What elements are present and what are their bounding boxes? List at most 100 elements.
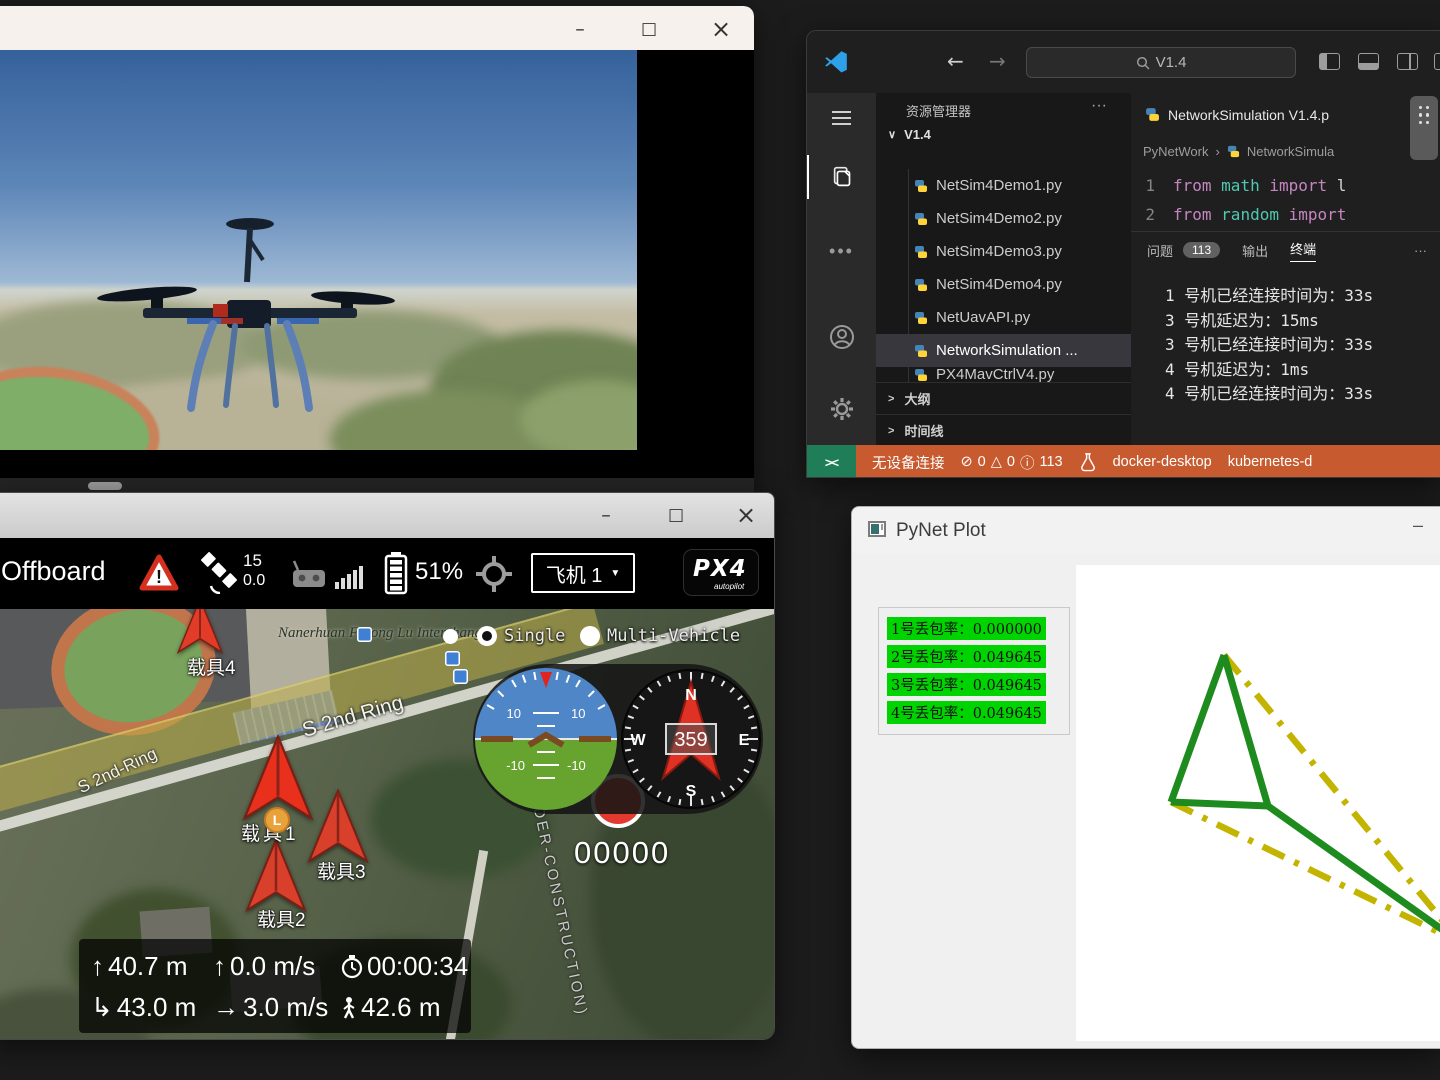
file-netsim4demo3[interactable]: NetSim4Demo3.py (876, 235, 1131, 268)
toggle-secondary-sidebar-icon[interactable] (1397, 53, 1418, 70)
bus-stop-icon (357, 627, 372, 642)
rc-remote-icon[interactable] (289, 558, 329, 590)
network-topology-plot[interactable] (1076, 565, 1440, 1041)
breadcrumb[interactable]: PyNetWork › NetworkSimula (1131, 136, 1334, 166)
toggle-panel-icon[interactable] (1358, 53, 1379, 70)
tab-output[interactable]: 输出 (1242, 241, 1268, 260)
attitude-indicator[interactable]: 10 10 -10 -10 (473, 666, 619, 812)
file-netuavapi[interactable]: NetUavAPI.py (876, 301, 1131, 334)
gps-satellite-icon[interactable] (199, 552, 239, 594)
account-icon[interactable] (807, 315, 876, 359)
status-no-device[interactable]: 无设备连接 (872, 452, 945, 473)
tab-problems[interactable]: 问题 (1147, 241, 1173, 260)
chevron-down-icon: ▼ (610, 567, 621, 579)
file-netsim4demo4[interactable]: NetSim4Demo4.py (876, 268, 1131, 301)
radio-multi-label[interactable]: Multi-Vehicle (607, 626, 740, 646)
chevron-right-icon: > (888, 392, 895, 405)
minimize-icon[interactable]: – (583, 500, 629, 530)
sim-scrollbar[interactable] (0, 478, 754, 493)
problems-count-badge: 113 (1183, 242, 1221, 258)
chevron-down-icon: ∨ (888, 128, 897, 141)
tab-terminal[interactable]: 终端 (1290, 239, 1317, 262)
command-search-box[interactable]: V1.4 (1026, 47, 1296, 78)
minimize-icon[interactable]: – (1404, 515, 1432, 541)
compass[interactable]: N E S W 359 (620, 668, 762, 810)
sim-scrollbar-thumb[interactable] (88, 482, 122, 490)
battery-icon[interactable] (383, 551, 409, 595)
gps-lock-crosshair-icon[interactable] (475, 555, 513, 593)
search-icon (1136, 56, 1150, 70)
code-editor[interactable]: 1 from math import l 2 from random impor… (1131, 171, 1440, 231)
chevron-right-icon: > (888, 424, 895, 437)
error-icon: ⊘ (960, 454, 973, 470)
toggle-sidebar-icon[interactable] (1319, 53, 1340, 70)
pynet-title: PyNet Plot (896, 520, 986, 541)
file-netsim4demo1[interactable]: NetSim4Demo1.py (876, 177, 1131, 202)
activity-bar: ••• (807, 93, 876, 445)
pynet-titlebar[interactable]: PyNet Plot – (852, 507, 1440, 553)
info-icon: ⓘ (1019, 455, 1035, 472)
menu-icon[interactable] (807, 96, 876, 140)
terminal-line: 1 号机已经连接时间为：33s (1165, 286, 1374, 305)
panel-more-icon[interactable]: ··· (1414, 243, 1427, 258)
telemetry-box: ↑ 40.7 m ↑ 0.0 m/s 00:00:34 ↳ 43.0 m → 3.0 m… (79, 939, 471, 1033)
gps-count: 15 (243, 551, 262, 570)
status-docker[interactable]: docker-desktop (1113, 454, 1212, 470)
tree-root-v14[interactable]: ∨ V1.4 (876, 119, 1131, 149)
svg-text:-10: -10 (506, 758, 525, 773)
heading-value: 359 (674, 729, 707, 751)
sim-3d-viewport[interactable]: Upgrade for commercial use. Data attribu… (0, 50, 637, 450)
minimize-icon[interactable]: – (557, 14, 603, 44)
settings-gear-icon[interactable] (807, 387, 876, 431)
terminal-output[interactable]: 1 号机已经连接时间为：33s 3 号机延迟为：15ms 3 号机已经连接时间为… (1131, 284, 1440, 407)
flight-mode-label[interactable]: Offboard (1, 556, 106, 587)
explorer-more-icon[interactable]: ··· (1091, 97, 1107, 115)
vscode-titlebar[interactable]: ← → V1.4 (807, 31, 1440, 93)
breadcrumb-separator-icon: › (1215, 143, 1220, 159)
simulator-body: Upgrade for commercial use. Data attribu… (0, 50, 754, 493)
outline-section[interactable]: > 大纲 (876, 382, 1131, 414)
remote-indicator[interactable]: >< (807, 445, 856, 477)
maximize-icon[interactable]: □ (626, 14, 672, 44)
more-views-icon[interactable]: ••• (807, 229, 876, 273)
map-view[interactable]: Nanerhuan Furong Lu Interchange S 2nd Ri… (0, 609, 774, 1039)
maximize-icon[interactable]: □ (653, 500, 699, 530)
tab-networksimulation[interactable]: NetworkSimulation V1.4.p (1131, 93, 1440, 136)
nav-back-icon[interactable]: ← (947, 49, 964, 73)
explorer-sidebar: 资源管理器 ··· ∨ V1.4 NetSim4Demo1.py NetSim4… (876, 93, 1131, 445)
app-window-icon (868, 521, 886, 537)
close-icon[interactable]: × (698, 14, 744, 44)
status-kubernetes[interactable]: kubernetes-d (1228, 454, 1313, 470)
nav-forward-icon[interactable]: → (989, 49, 1006, 73)
status-problems[interactable]: ⊘ 0 △ 0 ⓘ 113 (961, 452, 1063, 473)
file-networksimulation-selected[interactable]: NetworkSimulation ... (876, 334, 1131, 367)
radio-single[interactable] (477, 626, 497, 646)
telemetry-flight-time: 00:00:34 (341, 951, 468, 982)
radio-single-label[interactable]: Single (504, 626, 565, 646)
simulator-titlebar[interactable]: – □ × (0, 6, 754, 50)
close-icon[interactable]: × (723, 500, 769, 530)
counter-value: 00000 (574, 835, 671, 870)
breadcrumb-folder[interactable]: PyNetWork (1143, 144, 1209, 159)
drag-grid-icon[interactable] (1410, 96, 1438, 160)
editor-area: NetworkSimulation V1.4.p PyNetWork › Net… (1131, 93, 1440, 445)
vehicle4-marker[interactable] (169, 609, 231, 657)
battery-percent[interactable]: 51% (415, 558, 463, 586)
warning-triangle-icon[interactable]: ! (139, 554, 179, 592)
qgc-titlebar[interactable]: – □ × (0, 493, 774, 538)
file-px4mavctrlv4[interactable]: PX4MavCtrlV4.py (876, 367, 1131, 382)
packet-loss-line: 3号丢包率：0.049645 (887, 673, 1046, 696)
vehicle4-label: 载具4 (187, 658, 236, 679)
python-file-icon (1146, 108, 1159, 121)
remote-icon: >< (824, 454, 839, 470)
radio-multi-vehicle[interactable] (580, 626, 600, 646)
explorer-icon[interactable] (807, 155, 876, 199)
vehicle-select-dropdown[interactable]: 飞机 1 ▼ (531, 553, 635, 593)
breadcrumb-file[interactable]: NetworkSimula (1247, 144, 1334, 159)
map-poi-dot (443, 629, 458, 644)
turn-arrow-icon: ↳ (91, 992, 113, 1022)
timeline-section[interactable]: > 时间线 (876, 414, 1131, 446)
beaker-icon[interactable] (1079, 452, 1097, 472)
file-netsim4demo2[interactable]: NetSim4Demo2.py (876, 202, 1131, 235)
customize-layout-icon[interactable] (1434, 53, 1440, 70)
